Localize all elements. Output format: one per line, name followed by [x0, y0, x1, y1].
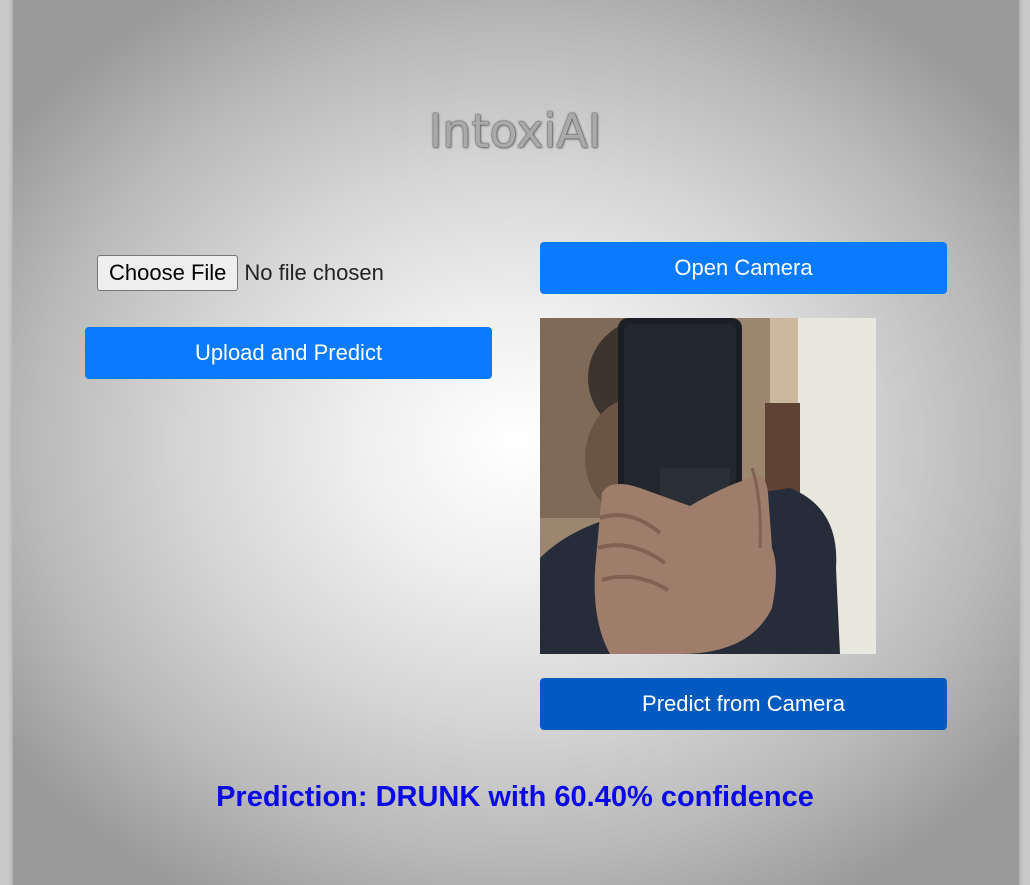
camera-feed — [540, 318, 876, 654]
page-title: IntoxiAI — [428, 104, 602, 158]
choose-file-button[interactable]: Choose File — [97, 255, 239, 291]
page: IntoxiAI Choose File No file chosen Uplo… — [0, 0, 1030, 885]
prediction-result: Prediction: DRUNK with 60.40% confidence — [216, 781, 814, 813]
predict-from-camera-button[interactable]: Predict from Camera — [540, 678, 947, 730]
file-status-text: No file chosen — [244, 260, 384, 285]
webcam-feed-image — [540, 318, 876, 654]
upload-and-predict-button[interactable]: Upload and Predict — [85, 327, 492, 379]
open-camera-button[interactable]: Open Camera — [540, 242, 947, 294]
file-input[interactable]: Choose File No file chosen — [97, 255, 384, 291]
